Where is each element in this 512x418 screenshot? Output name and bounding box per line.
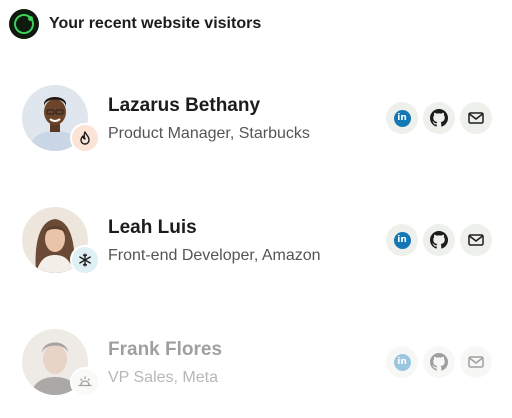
visitor-row[interactable]: Leah Luis Front-end Developer, Amazon in <box>22 207 492 279</box>
mail-icon <box>468 112 484 124</box>
github-icon <box>430 231 448 249</box>
mail-icon <box>468 356 484 368</box>
linkedin-icon: in <box>393 231 411 249</box>
linkedin-icon: in <box>393 353 411 371</box>
email-button[interactable] <box>460 346 492 378</box>
visitor-role: Front-end Developer, Amazon <box>108 247 321 264</box>
github-button[interactable] <box>423 224 455 256</box>
linkedin-icon: in <box>393 109 411 127</box>
flame-icon <box>70 123 100 153</box>
visitor-row[interactable]: Lazarus Bethany Product Manager, Starbuc… <box>22 85 492 157</box>
avatar <box>22 85 100 155</box>
visitor-name: Lazarus Bethany <box>108 95 261 116</box>
email-button[interactable] <box>460 224 492 256</box>
mail-icon <box>468 234 484 246</box>
widget-title: Your recent website visitors <box>49 15 262 32</box>
github-icon <box>430 109 448 127</box>
linkedin-button[interactable]: in <box>386 102 418 134</box>
visitor-row[interactable]: Frank Flores VP Sales, Meta in <box>22 329 492 401</box>
brand-logo-icon <box>9 9 39 39</box>
visitor-name: Leah Luis <box>108 217 197 238</box>
avatar <box>22 329 100 399</box>
avatar <box>22 207 100 277</box>
linkedin-button[interactable]: in <box>386 346 418 378</box>
email-button[interactable] <box>460 102 492 134</box>
github-button[interactable] <box>423 346 455 378</box>
visitor-name: Frank Flores <box>108 339 223 360</box>
widget-header: Your recent website visitors <box>9 9 261 39</box>
visitor-role: Product Manager, Starbucks <box>108 125 310 142</box>
github-icon <box>430 353 448 371</box>
github-button[interactable] <box>423 102 455 134</box>
sun-icon <box>70 367 100 397</box>
visitor-role: VP Sales, Meta <box>108 369 218 386</box>
snowflake-icon <box>70 245 100 275</box>
linkedin-button[interactable]: in <box>386 224 418 256</box>
